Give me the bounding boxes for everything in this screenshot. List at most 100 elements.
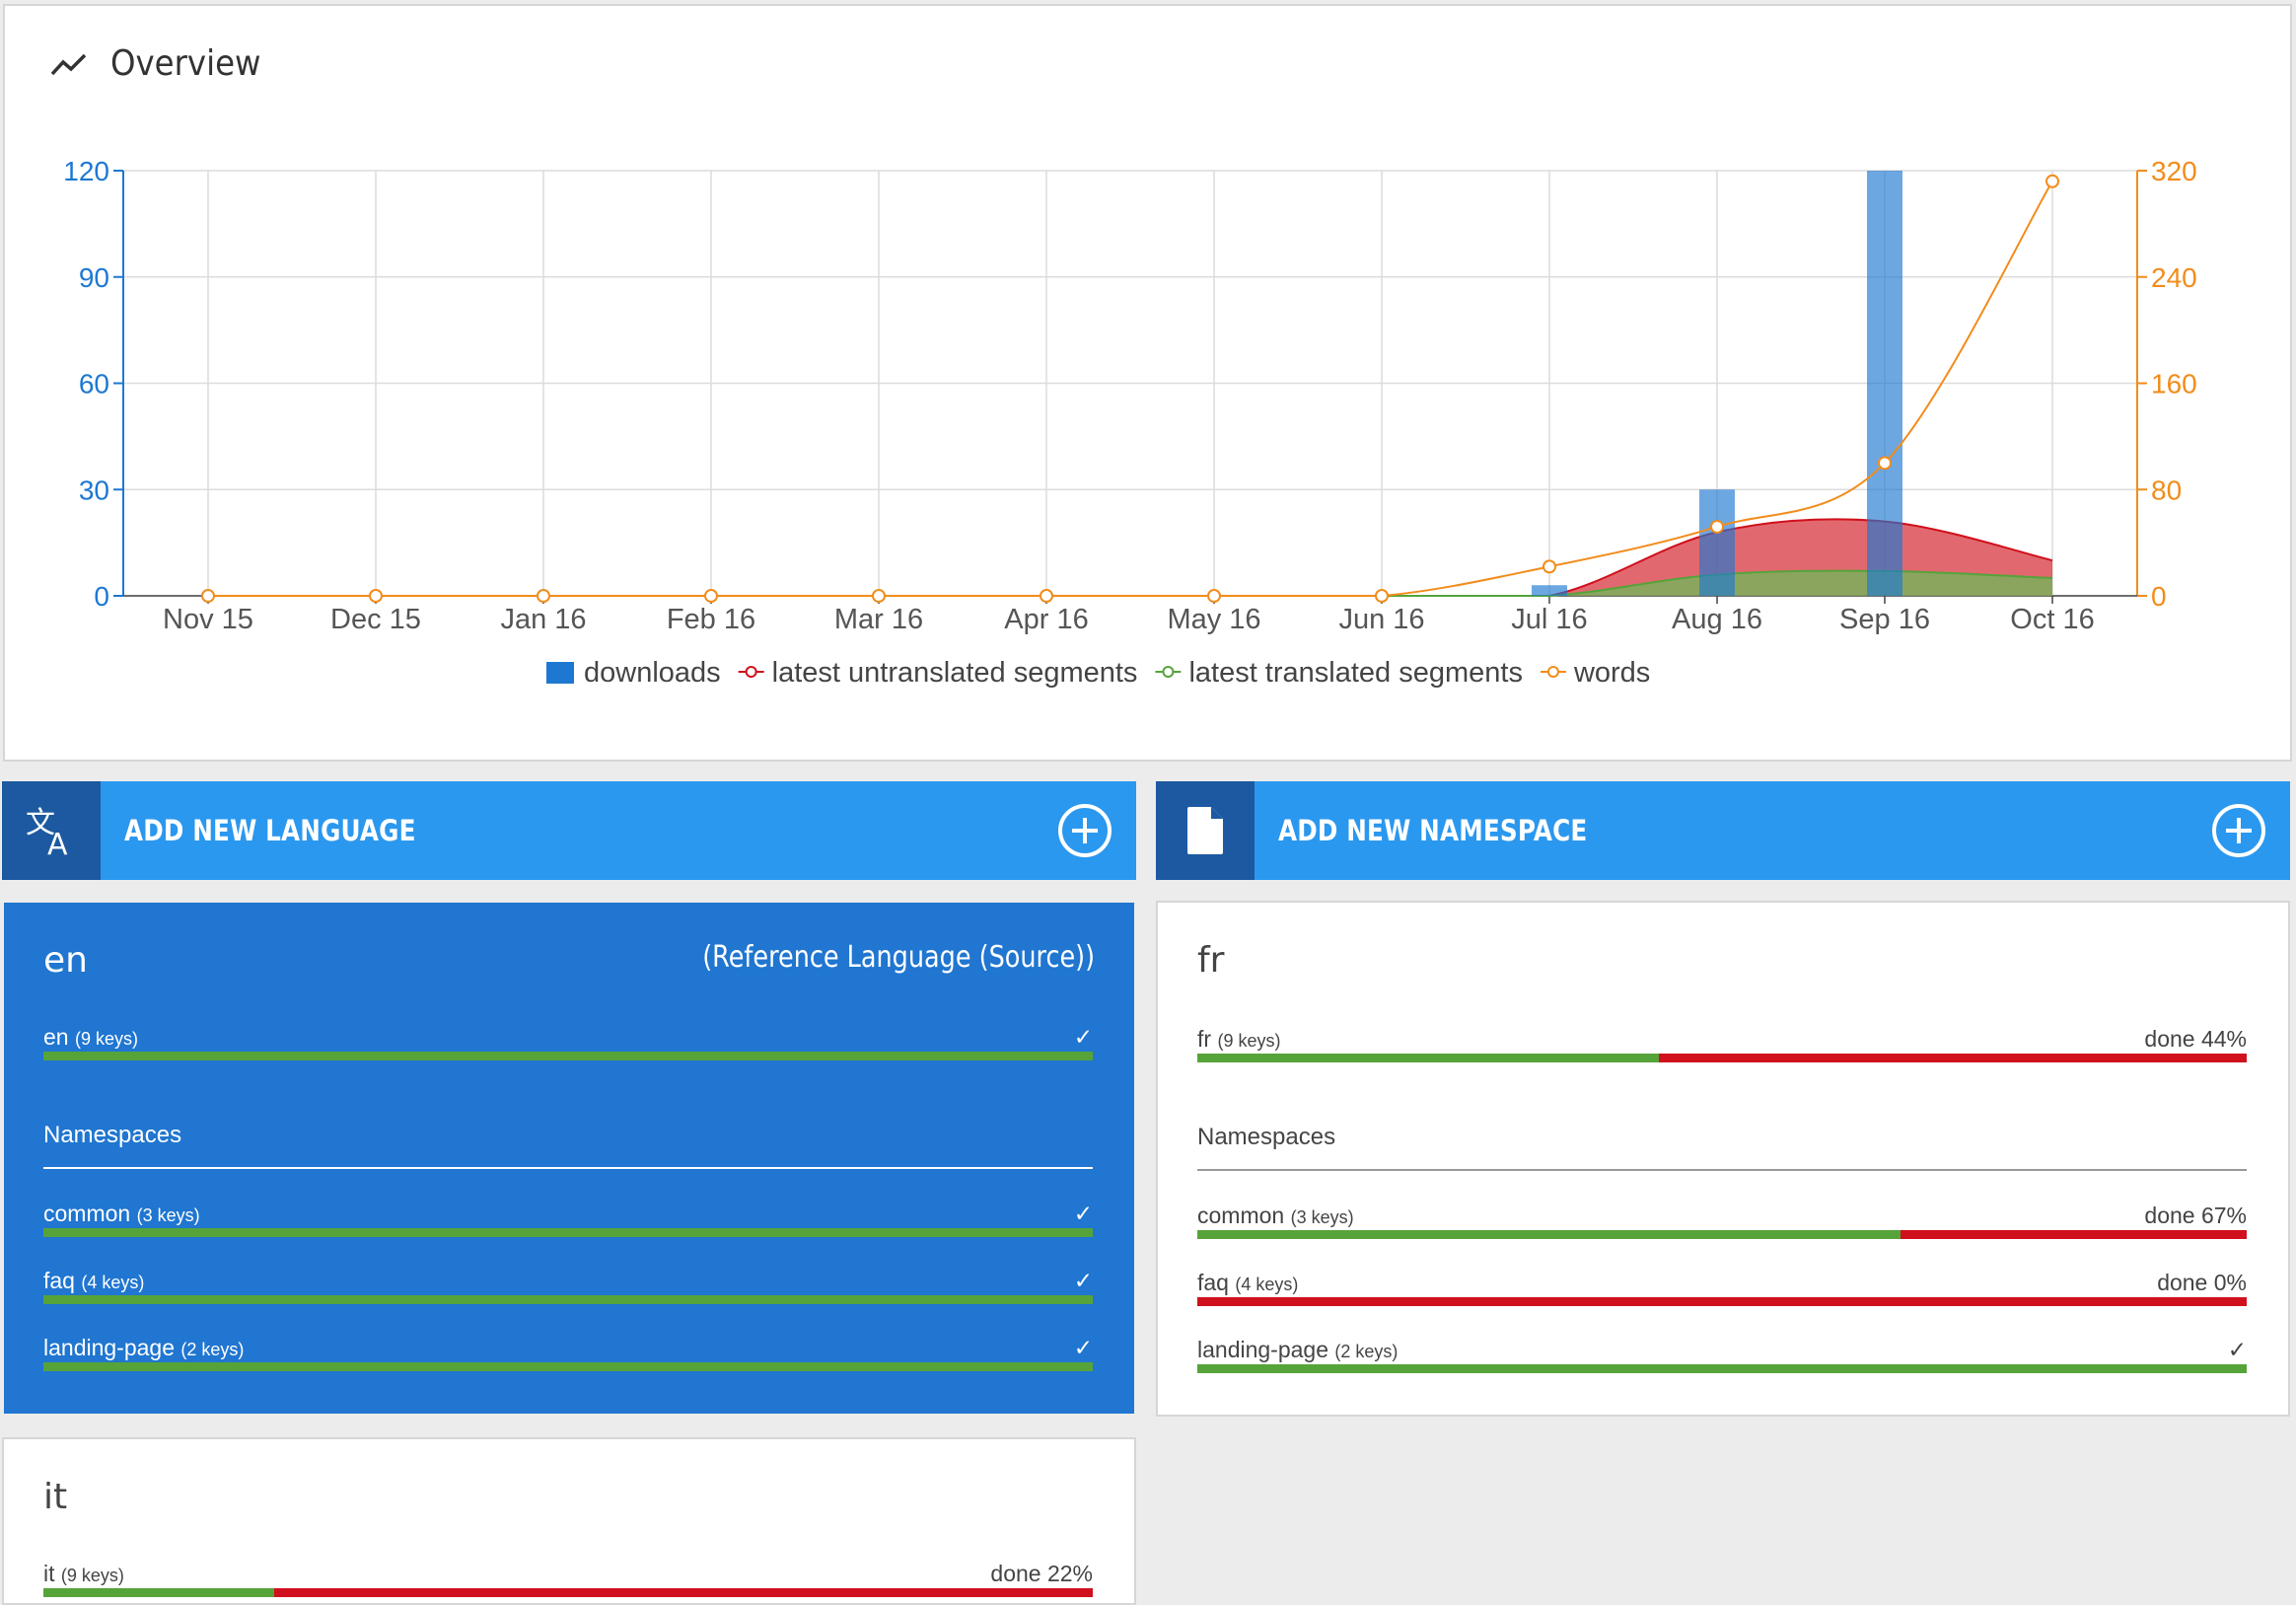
x-tick-label: Dec 15 xyxy=(330,604,421,635)
left-tick-label: 90 xyxy=(79,262,109,293)
x-tick-label: Feb 16 xyxy=(667,604,755,635)
legend-swatch-downloads xyxy=(546,662,574,684)
namespace-name: fr xyxy=(1197,1026,1212,1052)
words-point xyxy=(1207,589,1221,603)
namespace-row[interactable]: common (3 keys) ✓ xyxy=(43,1201,1093,1240)
namespace-name: faq xyxy=(43,1268,75,1293)
reference-language-label: (Reference Language (Source)) xyxy=(702,940,1095,975)
namespace-name: landing-page xyxy=(43,1335,176,1360)
progress-bar xyxy=(43,1295,1093,1304)
words-point xyxy=(1878,456,1892,471)
key-count: (2 keys) xyxy=(180,1340,245,1359)
x-tick-label: Nov 15 xyxy=(163,604,253,635)
trending-up-icon xyxy=(50,53,87,75)
translate-icon: 文 A xyxy=(2,781,101,880)
right-tick-label: 80 xyxy=(2151,474,2182,505)
legend-swatch-translated-marker xyxy=(1162,666,1175,678)
right-tick-label: 160 xyxy=(2151,369,2197,400)
done-percent: done 44% xyxy=(2144,1026,2247,1052)
progress-bar xyxy=(1197,1054,2247,1062)
progress-bar xyxy=(43,1052,1093,1060)
key-count: (3 keys) xyxy=(136,1205,200,1225)
words-point xyxy=(1543,559,1556,574)
add-language-label: ADD NEW LANGUAGE xyxy=(124,814,416,847)
check-icon: ✓ xyxy=(2227,1337,2247,1362)
language-code[interactable]: fr xyxy=(1197,940,1224,981)
progress-bar xyxy=(1197,1230,2247,1239)
key-count: (4 keys) xyxy=(1235,1275,1299,1294)
language-card-en[interactable]: en (Reference Language (Source)) en (9 k… xyxy=(4,903,1134,1414)
svg-text:A: A xyxy=(47,828,68,858)
done-percent: done 0% xyxy=(2157,1270,2247,1295)
overview-chart: 0 30 60 90 120 0 80 160 240 320 Nov 15 Dec 15 Jan 16… xyxy=(63,156,2197,689)
progress-bar xyxy=(43,1588,1093,1597)
progress-bar xyxy=(1197,1364,2247,1373)
x-tick-label: Jul 16 xyxy=(1511,604,1587,635)
namespace-row[interactable]: landing-page (2 keys) ✓ xyxy=(1197,1337,2247,1376)
right-tick-label: 0 xyxy=(2151,581,2167,612)
translated-series-area xyxy=(208,570,2052,596)
left-tick-label: 60 xyxy=(79,369,109,400)
key-count: (3 keys) xyxy=(1290,1207,1354,1227)
progress-bar xyxy=(43,1228,1093,1237)
key-count: (9 keys) xyxy=(60,1566,124,1585)
words-point xyxy=(369,589,383,603)
words-point xyxy=(872,589,886,603)
progress-bar xyxy=(43,1362,1093,1371)
left-tick-label: 0 xyxy=(94,581,109,612)
check-icon: ✓ xyxy=(1073,1335,1093,1360)
language-card-it[interactable]: it it (9 keys) done 22% xyxy=(2,1437,1136,1605)
add-language-button[interactable]: 文 A ADD NEW LANGUAGE xyxy=(2,781,1136,880)
divider xyxy=(1197,1169,2247,1171)
namespace-row[interactable]: common (3 keys) done 67% xyxy=(1197,1203,2247,1242)
x-tick-label: Mar 16 xyxy=(834,604,923,635)
done-percent: done 22% xyxy=(990,1561,1093,1586)
namespace-name: faq xyxy=(1197,1270,1229,1295)
x-tick-label: Oct 16 xyxy=(2010,604,2094,635)
namespace-row[interactable]: faq (4 keys) ✓ xyxy=(43,1268,1093,1307)
namespace-name: en xyxy=(43,1024,69,1050)
check-icon: ✓ xyxy=(1073,1268,1093,1293)
language-total-row[interactable]: fr (9 keys) done 44% xyxy=(1197,1026,2247,1065)
words-point xyxy=(1375,589,1389,603)
x-tick-label: Sep 16 xyxy=(1839,604,1930,635)
language-code[interactable]: it xyxy=(43,1477,67,1517)
language-total-row[interactable]: it (9 keys) done 22% xyxy=(43,1561,1093,1600)
add-circle-icon[interactable] xyxy=(1057,803,1112,858)
language-code[interactable]: en xyxy=(43,940,88,981)
language-card-fr[interactable]: fr fr (9 keys) done 44% Namespaces commo… xyxy=(1156,901,2290,1417)
words-point xyxy=(2045,174,2059,188)
language-total-row[interactable]: en (9 keys) ✓ xyxy=(43,1024,1093,1063)
x-tick-label: May 16 xyxy=(1167,604,1260,635)
done-percent: done 67% xyxy=(2144,1203,2247,1228)
check-icon: ✓ xyxy=(1073,1024,1093,1050)
add-circle-icon[interactable] xyxy=(2211,803,2266,858)
namespaces-heading: Namespaces xyxy=(43,1122,182,1148)
words-point xyxy=(537,589,550,603)
legend-label: words xyxy=(1573,657,1650,689)
right-tick-label: 240 xyxy=(2151,262,2197,293)
legend-swatch-untranslated-marker xyxy=(745,666,757,678)
namespace-name: landing-page xyxy=(1197,1337,1329,1362)
add-namespace-button[interactable]: ADD NEW NAMESPACE xyxy=(1156,781,2290,880)
namespace-row[interactable]: landing-page (2 keys) ✓ xyxy=(43,1335,1093,1374)
namespace-name: it xyxy=(43,1561,55,1586)
words-point xyxy=(1040,589,1053,603)
words-point xyxy=(704,589,718,603)
key-count: (9 keys) xyxy=(1217,1031,1281,1051)
namespace-name: common xyxy=(1197,1203,1285,1228)
downloads-bar xyxy=(1867,171,1902,596)
overview-panel: 0 30 60 90 120 0 80 160 240 320 Nov 15 Dec 15 Jan 16… xyxy=(3,4,2292,762)
namespace-row[interactable]: faq (4 keys) done 0% xyxy=(1197,1270,2247,1309)
overview-header: Overview xyxy=(49,43,278,84)
left-tick-label: 120 xyxy=(63,156,109,186)
progress-bar xyxy=(1197,1297,2247,1306)
overview-title: Overview xyxy=(110,43,261,84)
key-count: (2 keys) xyxy=(1334,1342,1399,1361)
words-point xyxy=(1710,519,1724,534)
x-tick-label: Jan 16 xyxy=(500,604,586,635)
file-icon xyxy=(1156,781,1255,880)
x-tick-label: Apr 16 xyxy=(1004,604,1088,635)
legend-label: latest translated segments xyxy=(1188,657,1523,689)
check-icon: ✓ xyxy=(1073,1201,1093,1226)
